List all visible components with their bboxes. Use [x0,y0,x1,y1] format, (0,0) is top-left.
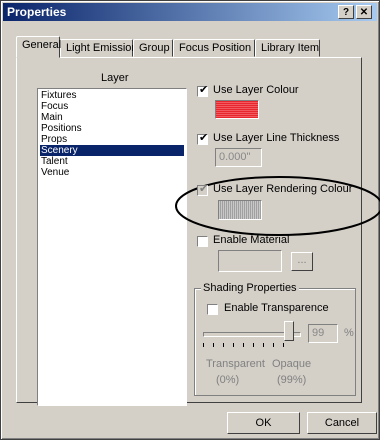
enable-transparence-checkbox[interactable] [207,304,218,315]
checkmark-icon: ✔ [199,84,209,96]
layer-list[interactable]: Fixtures Focus Main Positions Props Scen… [37,88,187,406]
transparency-slider[interactable] [199,320,303,350]
tab-focus-position[interactable]: Focus Position [173,39,255,57]
cancel-button[interactable]: Cancel [307,412,377,434]
list-item[interactable]: Venue [40,167,184,178]
tab-library-item[interactable]: Library Item [255,39,320,57]
list-item[interactable]: Positions [40,123,184,134]
layer-colour-swatch[interactable] [215,100,259,119]
list-item[interactable]: Fixtures [40,90,184,101]
opaque-label: Opaque [272,358,312,370]
use-layer-rendering-colour-label: Use Layer Rendering Colour [213,183,353,195]
use-layer-colour-checkbox[interactable]: ✔ [197,84,209,97]
tab-general[interactable]: General [16,36,61,58]
percent-unit-label: % [344,327,354,339]
use-layer-line-thickness-label: Use Layer Line Thickness [213,132,340,144]
line-thickness-field[interactable]: 0.000" [215,148,262,167]
opaque-value-label: (99%) [277,374,307,386]
transparent-value-label: (0%) [216,374,240,386]
list-item[interactable]: Props [40,134,184,145]
close-button[interactable]: ✕ [356,5,372,19]
list-item[interactable]: Main [40,112,184,123]
list-item-selected[interactable]: Scenery [40,145,184,156]
list-item[interactable]: Focus [40,101,184,112]
tab-group[interactable]: Group [133,39,173,57]
checkmark-icon: ✔ [199,183,209,195]
material-browse-button[interactable]: ... [291,252,313,271]
use-layer-rendering-colour-checkbox[interactable]: ✔ [197,183,209,196]
list-item[interactable]: Talent [40,156,184,167]
material-field[interactable] [218,250,282,272]
tab-light-emission[interactable]: Light Emission [60,39,138,57]
title-bar[interactable]: Properties ? ✕ [3,3,377,21]
slider-thumb[interactable] [284,321,295,341]
layer-label: Layer [101,72,129,84]
shading-properties-title: Shading Properties [201,282,299,294]
help-button[interactable]: ? [338,5,354,19]
use-layer-line-thickness-checkbox[interactable]: ✔ [197,132,209,145]
window-title: Properties [7,5,67,19]
enable-material-checkbox[interactable] [197,236,208,247]
use-layer-colour-label: Use Layer Colour [213,84,299,96]
transparent-label: Transparent [206,358,265,370]
enable-transparence-label: Enable Transparence [224,302,329,314]
slider-ticks [203,343,293,347]
opacity-value-field[interactable]: 99 [308,324,338,343]
ok-button[interactable]: OK [227,412,300,434]
enable-material-label: Enable Material [213,234,290,246]
checkmark-icon: ✔ [199,132,209,144]
rendering-colour-swatch[interactable] [218,200,262,220]
